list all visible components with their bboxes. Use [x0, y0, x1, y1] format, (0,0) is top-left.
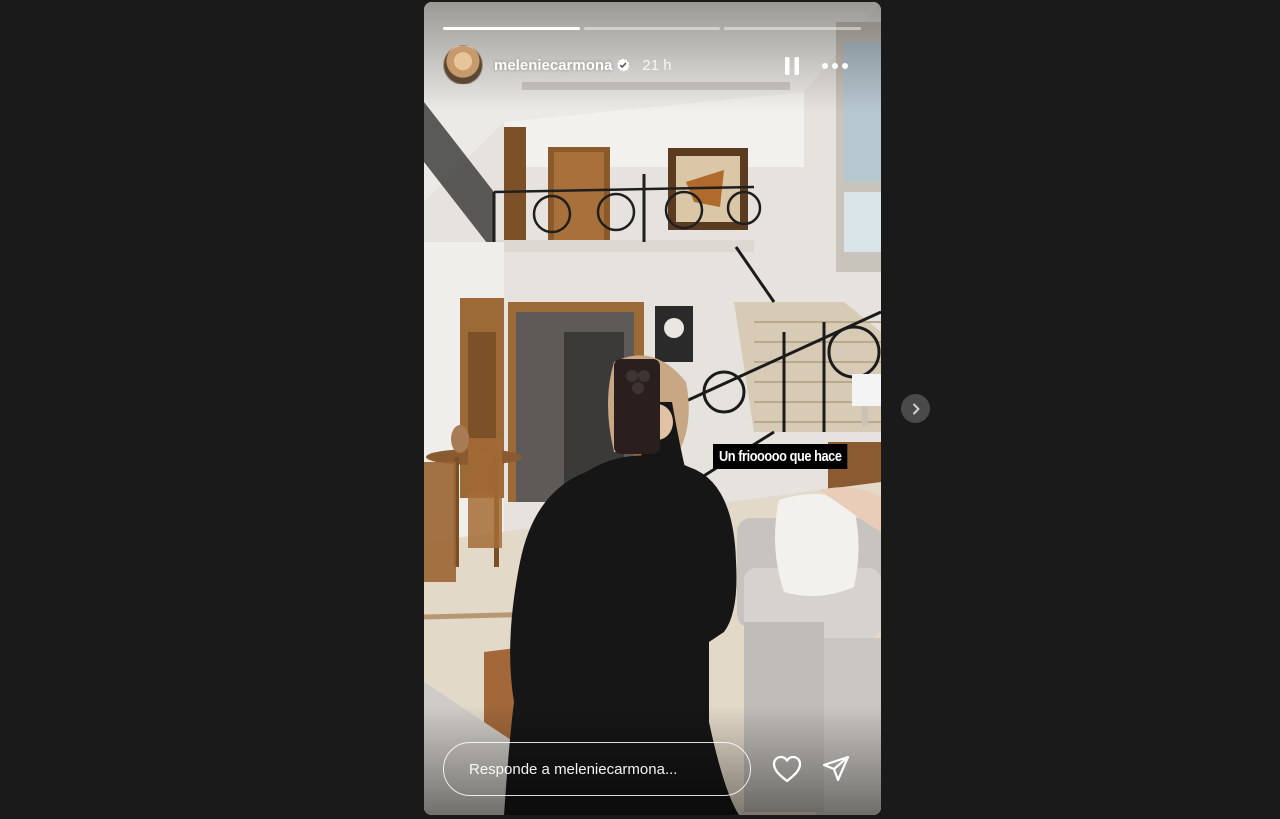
pause-icon	[785, 57, 799, 75]
chevron-right-icon	[912, 403, 919, 414]
reply-input[interactable]: Responde a meleniecarmona...	[443, 742, 751, 796]
share-button[interactable]	[821, 754, 851, 784]
avatar[interactable]	[443, 45, 483, 85]
next-story-button[interactable]	[901, 394, 930, 423]
story-caption: Un friooooo que hace	[713, 444, 848, 469]
story-viewer: meleniecarmona 21 h Un friooooo que hace…	[0, 0, 1280, 819]
progress-segment	[443, 27, 580, 30]
reply-placeholder: Responde a meleniecarmona...	[469, 760, 678, 778]
story-progress	[443, 27, 862, 30]
story-timestamp: 21 h	[642, 56, 672, 74]
progress-segment	[724, 27, 862, 30]
progress-segment	[583, 27, 721, 30]
send-icon	[822, 755, 850, 782]
story-card[interactable]: meleniecarmona 21 h Un friooooo que hace…	[424, 2, 881, 815]
story-photo	[424, 2, 881, 815]
username[interactable]: meleniecarmona	[494, 57, 612, 74]
more-options-button[interactable]	[820, 54, 850, 78]
story-header: meleniecarmona 21 h	[443, 44, 672, 86]
heart-icon	[772, 755, 802, 783]
verified-badge-icon	[616, 58, 630, 72]
pause-button[interactable]	[780, 54, 804, 78]
like-button[interactable]	[771, 754, 803, 784]
more-horizontal-icon	[822, 63, 848, 69]
